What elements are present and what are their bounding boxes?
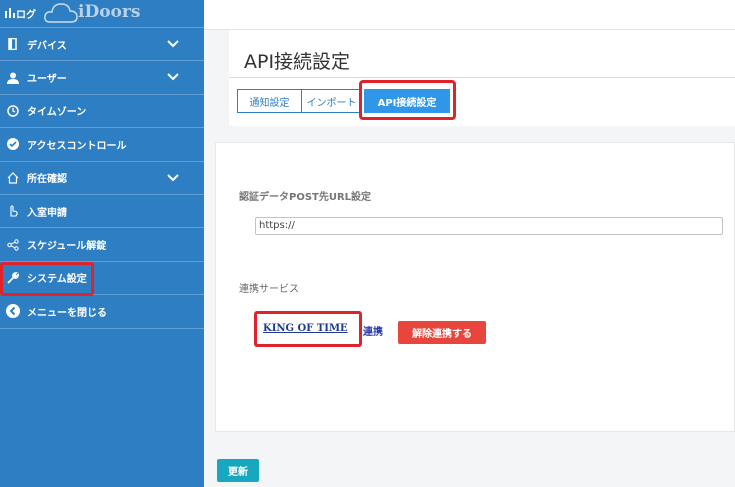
bar-chart-icon [4,6,16,21]
clock-icon [5,103,21,119]
app-logo: iDoors [78,2,141,22]
sidebar-item-label: メニューを閉じる [27,307,107,319]
sidebar-item-close-menu[interactable]: メニューを閉じる [0,295,204,329]
highlight-box [254,311,362,347]
sidebar-item-device[interactable]: デバイス [0,28,204,62]
sidebar-item-label: アクセスコントロール [27,140,127,152]
update-button[interactable]: 更新 [217,459,259,482]
service-section-label: 連携サービス [239,284,299,295]
sidebar-item-label: スケジュール解錠 [27,241,107,253]
sidebar-item-log[interactable]: ログ iDoors [0,0,204,28]
sidebar-item-label: 所在確認 [27,174,67,186]
sidebar-item-access-control[interactable]: アクセスコントロール [0,128,204,162]
sidebar-item-label: ログ [16,10,36,21]
chevron-left-circle-icon [5,303,21,319]
sidebar: ログ iDoors デバイス ユーザー タイムゾーン アクセスコントロール 所在… [0,0,204,487]
url-section-label: 認証データPOST先URL設定 [239,192,372,203]
highlight-box [359,80,456,120]
cloud-icon [44,3,78,23]
sidebar-item-label: ユーザー [27,74,67,86]
page-title: API接続設定 [244,51,351,73]
sidebar-item-label: デバイス [27,40,67,52]
chevron-down-icon[interactable] [167,172,179,184]
chevron-down-icon[interactable] [167,71,179,83]
sidebar-item-label: 入室申請 [27,207,67,219]
sidebar-item-timezone[interactable]: タイムゾーン [0,95,204,129]
chevron-down-icon[interactable] [167,38,179,50]
top-bar [204,0,735,30]
check-circle-icon [5,136,21,152]
sidebar-item-location[interactable]: 所在確認 [0,162,204,195]
user-icon [5,70,21,86]
tab-notification-settings[interactable]: 通知設定 [237,89,302,113]
sidebar-item-user[interactable]: ユーザー [0,61,204,95]
sidebar-item-schedule-unlock[interactable]: スケジュール解錠 [0,228,204,262]
tab-import[interactable]: インポート [302,89,362,113]
sidebar-item-entry-request[interactable]: 入室申請 [0,195,204,229]
share-icon [5,237,21,253]
highlight-box [0,262,94,296]
sidebar-item-label: タイムゾーン [27,107,87,119]
service-status: 連携 [363,327,383,338]
home-icon [5,170,21,186]
hand-pointer-icon [5,203,21,219]
post-url-input[interactable]: https:// [255,217,723,235]
unlink-button[interactable]: 解除連携する [398,321,486,344]
door-icon [5,36,21,52]
